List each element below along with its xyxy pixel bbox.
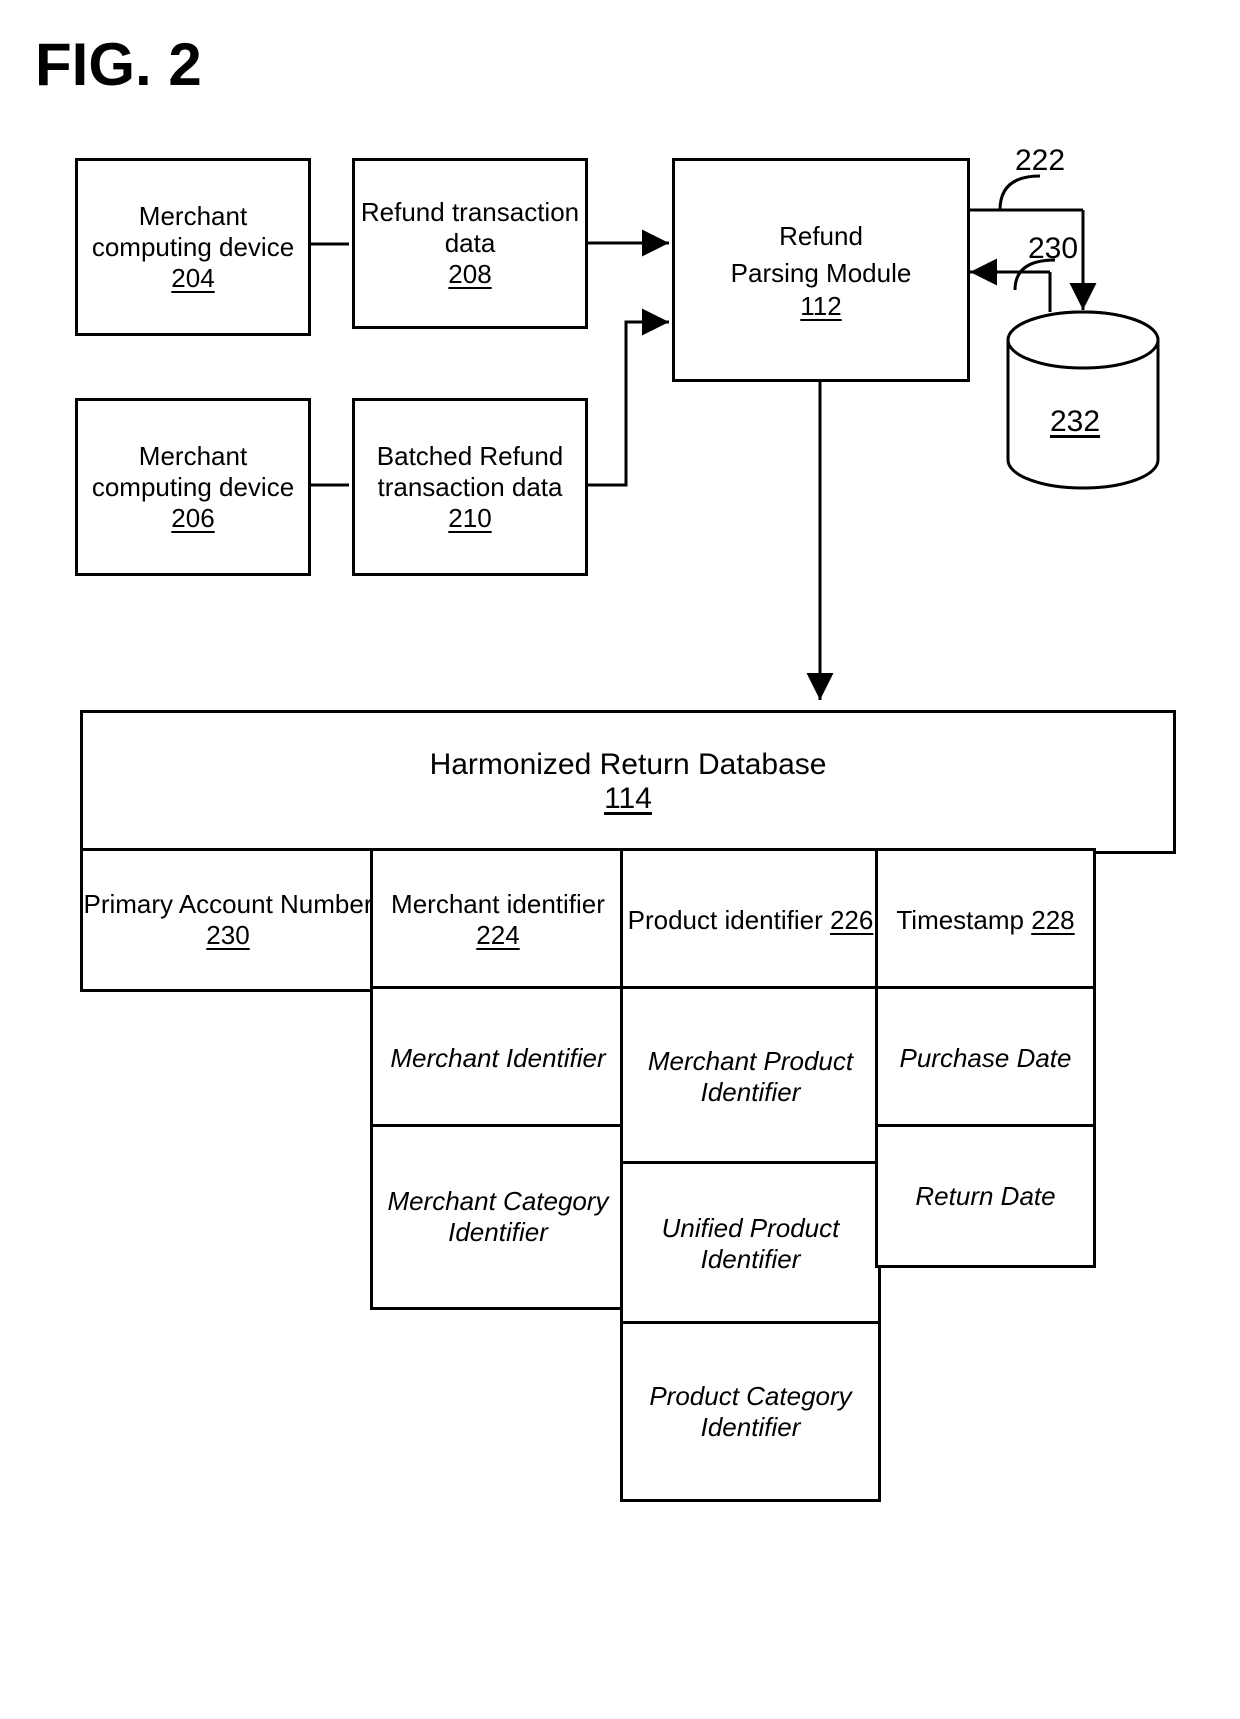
col-mid-row1: Merchant Identifier <box>370 986 626 1130</box>
merchant-device-2-ref: 206 <box>171 503 214 534</box>
database-title-bar: Harmonized Return Database 114 <box>80 710 1176 854</box>
col-pan-header: Primary Account Number 230 <box>80 848 376 992</box>
refund-data: Refund transaction data 208 <box>352 158 588 329</box>
batched-refund-data-title: Batched Refund transaction data <box>355 441 585 503</box>
merchant-device-2: Merchant computing device 206 <box>75 398 311 576</box>
col-mid-title: Merchant identifier <box>391 889 605 919</box>
merchant-device-1: Merchant computing device 204 <box>75 158 311 336</box>
refund-parsing-module-title2: Parsing Module <box>731 255 912 291</box>
col-ts-ref: 228 <box>1031 905 1074 935</box>
col-pid-header: Product identifier 226 <box>620 848 881 992</box>
merchant-device-1-ref: 204 <box>171 263 214 294</box>
figure-label: FIG. 2 <box>35 30 202 99</box>
col-ts-row1: Purchase Date <box>875 986 1096 1130</box>
col-pid-row3: Product Category Identifier <box>620 1321 881 1502</box>
col-ts-row2: Return Date <box>875 1124 1096 1268</box>
merchant-device-2-title: Merchant computing device <box>78 441 308 503</box>
refund-data-title: Refund transaction data <box>355 197 585 259</box>
callout-222: 222 <box>1015 144 1065 178</box>
col-mid-header: Merchant identifier 224 <box>370 848 626 992</box>
batched-refund-data: Batched Refund transaction data 210 <box>352 398 588 576</box>
refund-data-ref: 208 <box>448 259 491 290</box>
refund-parsing-module: Refund Parsing Module 112 <box>672 158 970 382</box>
col-pid-row1: Merchant Product Identifier <box>620 986 881 1167</box>
col-mid-row2: Merchant Category Identifier <box>370 1124 626 1310</box>
col-pid-row2: Unified Product Identifier <box>620 1161 881 1327</box>
batched-refund-data-ref: 210 <box>448 503 491 534</box>
col-ts-title: Timestamp <box>896 905 1024 935</box>
callout-230: 230 <box>1028 232 1078 266</box>
cylinder-ref: 232 <box>1050 405 1100 439</box>
merchant-device-1-title: Merchant computing device <box>78 201 308 263</box>
col-pan-ref: 230 <box>206 920 249 950</box>
col-ts-header: Timestamp 228 <box>875 848 1096 992</box>
col-pid-title: Product identifier <box>628 905 823 935</box>
col-pan-title: Primary Account Number <box>84 889 373 919</box>
database-ref: 114 <box>604 782 652 816</box>
col-pid-ref: 226 <box>830 905 873 935</box>
refund-parsing-module-ref: 112 <box>800 291 841 322</box>
col-mid-ref: 224 <box>476 920 519 950</box>
database-title: Harmonized Return Database <box>430 748 827 782</box>
refund-parsing-module-title1: Refund <box>779 218 863 254</box>
